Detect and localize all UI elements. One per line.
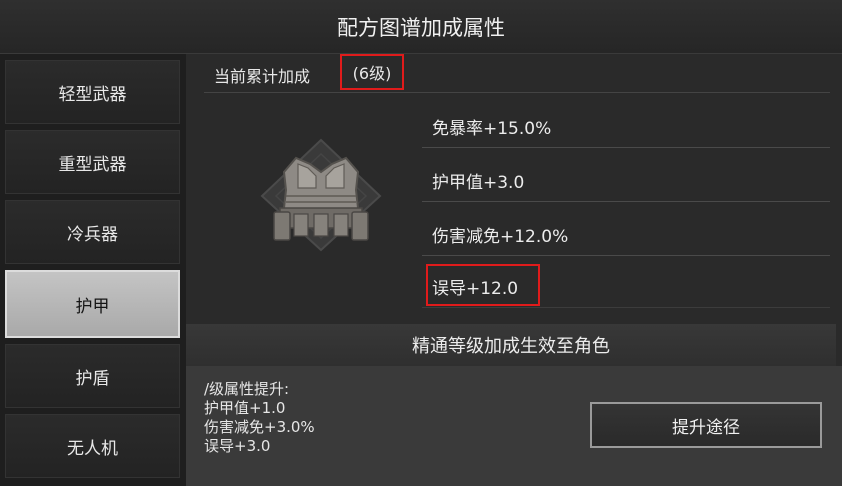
stat-damage-reduction: 伤害减免+12.0% <box>432 227 569 247</box>
stat-row: 免暴率+15.0% <box>422 102 830 148</box>
stat-misdirection: 误导+12.0 <box>432 279 519 299</box>
upgrade-path-button[interactable]: 提升途径 <box>590 402 822 448</box>
per-level-panel: /级属性提升: 护甲值+1.0 伤害减免+3.0% 误导+3.0 提升途径 <box>186 366 842 486</box>
header-divider <box>204 92 830 93</box>
cumulative-level: (6级) <box>340 54 404 90</box>
stat-row: 护甲值+3.0 <box>422 156 830 202</box>
stat-row: 伤害减免+12.0% <box>422 210 830 256</box>
armor-vest-icon <box>260 138 382 252</box>
cumulative-header: 当前累计加成 (6级) <box>186 54 842 94</box>
page-title: 配方图谱加成属性 <box>0 0 842 54</box>
per-level-line: 伤害减免+3.0% <box>204 418 315 436</box>
per-level-line: 误导+3.0 <box>204 437 271 455</box>
bonus-panel: 当前累计加成 (6级) 免暴率+15.0% 护甲值+3.0 伤害减免+12.0%… <box>186 54 842 486</box>
stat-armor-value: 护甲值+3.0 <box>432 173 525 193</box>
per-level-line: 护甲值+1.0 <box>204 399 286 417</box>
per-level-list: /级属性提升: 护甲值+1.0 伤害减免+3.0% 误导+3.0 <box>204 380 315 456</box>
stat-crit-immunity: 免暴率+15.0% <box>432 119 552 139</box>
sidebar-item-heavy-weapons[interactable]: 重型武器 <box>5 130 180 194</box>
sidebar-item-melee[interactable]: 冷兵器 <box>5 200 180 264</box>
mastery-banner: 精通等级加成生效至角色 <box>186 324 836 366</box>
cumulative-label: 当前累计加成 <box>214 67 311 86</box>
stat-row: 误导+12.0 <box>422 262 830 308</box>
sidebar-item-drone[interactable]: 无人机 <box>5 414 180 478</box>
per-level-title: /级属性提升: <box>204 380 290 398</box>
sidebar-item-armor[interactable]: 护甲 <box>5 270 180 338</box>
category-sidebar: 轻型武器 重型武器 冷兵器 护甲 护盾 无人机 <box>0 54 186 486</box>
sidebar-item-light-weapons[interactable]: 轻型武器 <box>5 60 180 124</box>
sidebar-item-shield[interactable]: 护盾 <box>5 344 180 408</box>
